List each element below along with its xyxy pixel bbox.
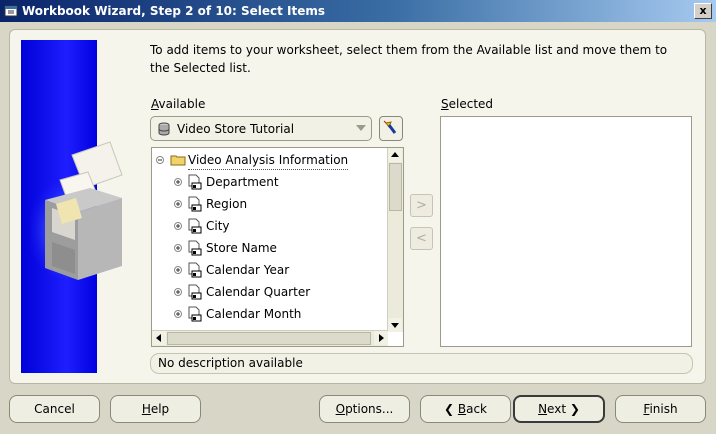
move-to-available-button[interactable]: <	[410, 227, 433, 250]
business-area-value: Video Store Tutorial	[177, 122, 295, 136]
workbook-wizard-icon	[4, 5, 18, 17]
flashlight-icon	[383, 120, 397, 134]
arrow-down-icon	[391, 323, 399, 328]
item-label: Calendar Quarter	[206, 285, 311, 299]
next-button[interactable]: Next ❯	[513, 395, 605, 423]
horizontal-scroll-thumb[interactable]	[167, 332, 371, 345]
tree-vertical-scrollbar[interactable]	[387, 148, 403, 332]
item-icon	[188, 196, 202, 212]
item-icon	[188, 218, 202, 234]
selected-label: Selected	[441, 97, 494, 111]
item-label: Region	[206, 197, 248, 211]
filing-cabinet-illustration-icon	[30, 141, 123, 280]
arrow-left-icon	[156, 334, 161, 342]
finish-button[interactable]: Finish	[615, 395, 706, 423]
item-label: Calendar Month	[206, 307, 302, 321]
item-icon	[188, 262, 202, 278]
options-button[interactable]: Options...	[319, 395, 410, 423]
item-icon	[188, 174, 202, 190]
item-icon	[188, 306, 202, 322]
item-label: Calendar Year	[206, 263, 290, 277]
scroll-down-button[interactable]	[388, 318, 402, 332]
arrow-right-icon	[379, 334, 384, 342]
available-label: Available	[151, 97, 206, 111]
close-window-button[interactable]: x	[694, 3, 712, 19]
tree-folder-label: Video Analysis Information	[188, 151, 349, 170]
title-bar: Workbook Wizard, Step 2 of 10: Select It…	[0, 0, 716, 22]
scroll-up-button[interactable]	[388, 148, 402, 162]
selected-items-list[interactable]	[440, 116, 692, 347]
available-items-tree[interactable]: Video Analysis Information Department Re…	[151, 147, 404, 347]
move-to-selected-button[interactable]: >	[410, 194, 433, 217]
find-items-button[interactable]	[379, 116, 403, 141]
vertical-scroll-thumb[interactable]	[389, 163, 402, 211]
help-button[interactable]: Help	[110, 395, 201, 423]
item-label: Store Name	[206, 241, 277, 255]
arrow-up-icon	[391, 152, 399, 157]
expand-icon[interactable]	[174, 200, 182, 208]
expand-icon[interactable]	[174, 288, 182, 296]
tree-horizontal-scrollbar[interactable]	[152, 330, 388, 346]
item-label: City	[206, 219, 230, 233]
folder-icon	[170, 155, 186, 166]
expand-icon[interactable]	[174, 222, 182, 230]
collapse-icon[interactable]	[156, 156, 164, 164]
expand-icon[interactable]	[174, 178, 182, 186]
business-area-dropdown[interactable]: Video Store Tutorial	[150, 116, 372, 141]
database-icon	[158, 122, 170, 136]
expand-icon[interactable]	[174, 310, 182, 318]
scroll-right-button[interactable]	[374, 331, 388, 345]
item-icon	[188, 240, 202, 256]
scroll-left-button[interactable]	[152, 331, 166, 345]
expand-icon[interactable]	[174, 244, 182, 252]
window-title: Workbook Wizard, Step 2 of 10: Select It…	[22, 4, 326, 18]
expand-icon[interactable]	[174, 266, 182, 274]
chevron-down-icon	[356, 125, 366, 131]
item-icon	[188, 284, 202, 300]
item-description: No description available	[150, 353, 693, 374]
cancel-button[interactable]: Cancel	[9, 395, 100, 423]
chevron-left-icon: ❮	[443, 402, 455, 416]
back-button[interactable]: ❮ Back	[420, 395, 511, 423]
instructions-text: To add items to your worksheet, select t…	[150, 43, 668, 75]
item-label: Department	[206, 175, 279, 189]
chevron-right-icon: ❯	[569, 402, 580, 416]
